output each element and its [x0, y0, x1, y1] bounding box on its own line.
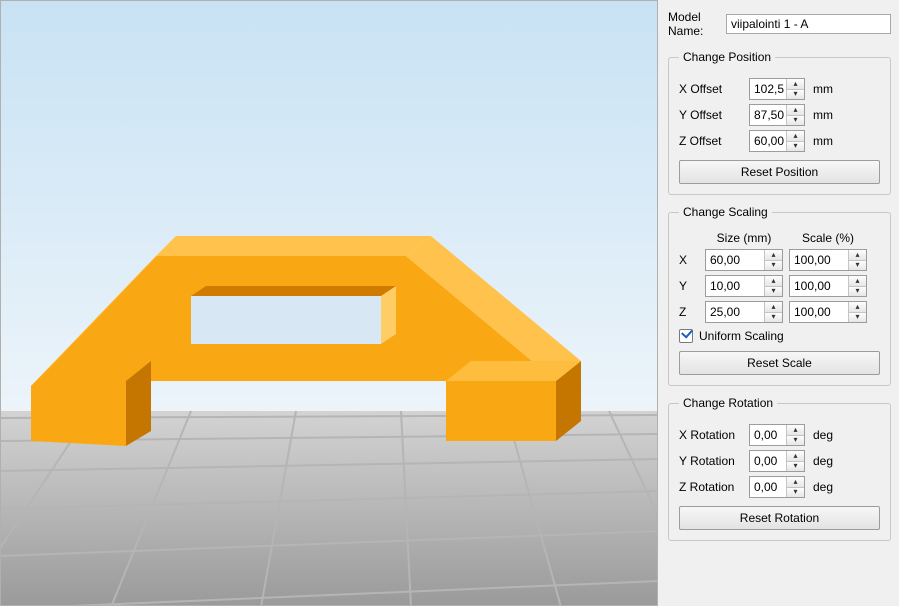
reset-scale-button[interactable]: Reset Scale [679, 351, 880, 375]
spinner-up-icon[interactable]: ▴ [787, 477, 804, 488]
x-rotation-spinner[interactable]: ▴ ▾ [749, 424, 805, 446]
model-name-row: Model Name: [668, 8, 891, 40]
x-rotation-unit: deg [813, 428, 841, 442]
spinner-up-icon[interactable]: ▴ [787, 451, 804, 462]
viewport-3d[interactable] [0, 0, 658, 606]
size-z-spinner[interactable]: ▴ ▾ [705, 301, 783, 323]
size-x-spinner[interactable]: ▴ ▾ [705, 249, 783, 271]
scale-y-input[interactable] [790, 276, 848, 296]
x-offset-unit: mm [813, 82, 841, 96]
change-scaling-group: Change Scaling Size (mm) Scale (%) X ▴ ▾… [668, 205, 891, 386]
spinner-down-icon[interactable]: ▾ [787, 462, 804, 472]
spinner-up-icon[interactable]: ▴ [765, 276, 782, 287]
reset-rotation-button[interactable]: Reset Rotation [679, 506, 880, 530]
spinner-up-icon[interactable]: ▴ [787, 425, 804, 436]
y-offset-unit: mm [813, 108, 841, 122]
spinner-up-icon[interactable]: ▴ [849, 276, 866, 287]
model-name-label: Model Name: [668, 10, 720, 38]
y-rotation-label: Y Rotation [679, 454, 743, 468]
change-position-legend: Change Position [679, 50, 775, 64]
scale-header: Scale (%) [789, 231, 867, 245]
z-offset-unit: mm [813, 134, 841, 148]
scale-y-label: Y [679, 279, 699, 293]
y-rotation-input[interactable] [750, 451, 786, 471]
spinner-down-icon[interactable]: ▾ [787, 116, 804, 126]
spinner-up-icon[interactable]: ▴ [787, 105, 804, 116]
y-offset-spinner[interactable]: ▴ ▾ [749, 104, 805, 126]
spinner-down-icon[interactable]: ▾ [765, 313, 782, 323]
size-y-input[interactable] [706, 276, 764, 296]
z-rotation-input[interactable] [750, 477, 786, 497]
properties-panel: Model Name: Change Position X Offset ▴ ▾… [658, 0, 899, 606]
spinner-up-icon[interactable]: ▴ [765, 302, 782, 313]
scale-x-spinner[interactable]: ▴ ▾ [789, 249, 867, 271]
model-name-input[interactable] [726, 14, 891, 34]
spinner-up-icon[interactable]: ▴ [787, 79, 804, 90]
scale-z-label: Z [679, 305, 699, 319]
x-offset-label: X Offset [679, 82, 743, 96]
spinner-down-icon[interactable]: ▾ [787, 142, 804, 152]
scale-x-label: X [679, 253, 699, 267]
spinner-down-icon[interactable]: ▾ [765, 261, 782, 271]
x-rotation-label: X Rotation [679, 428, 743, 442]
change-scaling-legend: Change Scaling [679, 205, 772, 219]
spinner-up-icon[interactable]: ▴ [787, 131, 804, 142]
change-position-group: Change Position X Offset ▴ ▾ mm Y Offset… [668, 50, 891, 195]
spinner-down-icon[interactable]: ▾ [787, 436, 804, 446]
size-header: Size (mm) [705, 231, 783, 245]
scale-z-input[interactable] [790, 302, 848, 322]
y-rotation-spinner[interactable]: ▴ ▾ [749, 450, 805, 472]
y-offset-input[interactable] [750, 105, 786, 125]
uniform-scaling-checkbox[interactable] [679, 329, 693, 343]
scale-y-spinner[interactable]: ▴ ▾ [789, 275, 867, 297]
spinner-up-icon[interactable]: ▴ [765, 250, 782, 261]
z-rotation-label: Z Rotation [679, 480, 743, 494]
y-rotation-unit: deg [813, 454, 841, 468]
change-rotation-group: Change Rotation X Rotation ▴ ▾ deg Y Rot… [668, 396, 891, 541]
z-offset-label: Z Offset [679, 134, 743, 148]
size-x-input[interactable] [706, 250, 764, 270]
uniform-scaling-label: Uniform Scaling [699, 329, 784, 343]
x-rotation-input[interactable] [750, 425, 786, 445]
spinner-up-icon[interactable]: ▴ [849, 250, 866, 261]
scale-x-input[interactable] [790, 250, 848, 270]
z-rotation-spinner[interactable]: ▴ ▾ [749, 476, 805, 498]
z-offset-input[interactable] [750, 131, 786, 151]
x-offset-spinner[interactable]: ▴ ▾ [749, 78, 805, 100]
spinner-down-icon[interactable]: ▾ [849, 313, 866, 323]
y-offset-label: Y Offset [679, 108, 743, 122]
size-z-input[interactable] [706, 302, 764, 322]
spinner-down-icon[interactable]: ▾ [849, 287, 866, 297]
spinner-down-icon[interactable]: ▾ [849, 261, 866, 271]
z-rotation-unit: deg [813, 480, 841, 494]
scale-z-spinner[interactable]: ▴ ▾ [789, 301, 867, 323]
spinner-up-icon[interactable]: ▴ [849, 302, 866, 313]
reset-position-button[interactable]: Reset Position [679, 160, 880, 184]
spinner-down-icon[interactable]: ▾ [787, 90, 804, 100]
z-offset-spinner[interactable]: ▴ ▾ [749, 130, 805, 152]
x-offset-input[interactable] [750, 79, 786, 99]
size-y-spinner[interactable]: ▴ ▾ [705, 275, 783, 297]
spinner-down-icon[interactable]: ▾ [787, 488, 804, 498]
spinner-down-icon[interactable]: ▾ [765, 287, 782, 297]
change-rotation-legend: Change Rotation [679, 396, 777, 410]
